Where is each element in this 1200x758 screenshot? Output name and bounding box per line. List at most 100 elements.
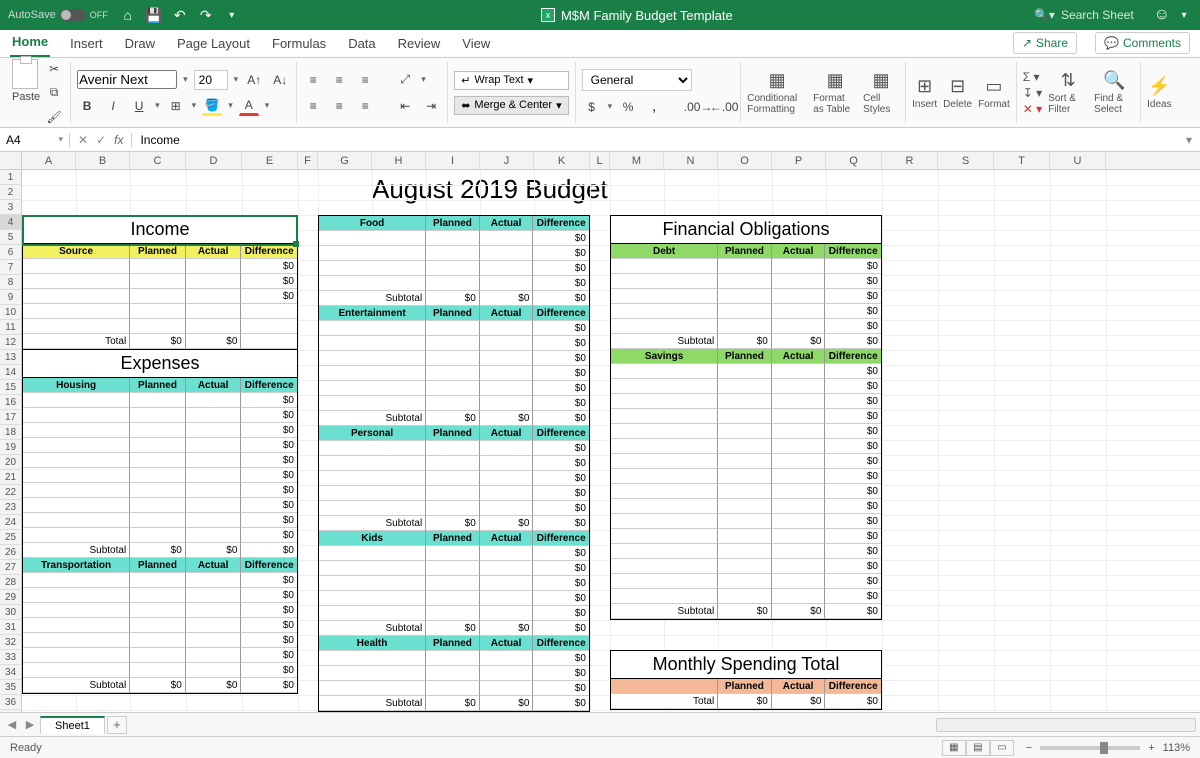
increase-font-icon[interactable]: A↑ (244, 70, 264, 90)
font-color-icon[interactable]: A (239, 96, 259, 116)
row-headers[interactable]: 1234567891011121314151617181920212223242… (0, 152, 22, 712)
tab-draw[interactable]: Draw (123, 30, 157, 57)
comments-button[interactable]: 💬Comments (1095, 32, 1190, 54)
wrap-icon: ↵ (461, 74, 470, 87)
font-name-select[interactable] (77, 70, 177, 89)
format-painter-icon[interactable]: 🖌 (44, 107, 64, 127)
sort-filter-button[interactable]: ⇅Sort & Filter (1048, 70, 1088, 115)
view-page-layout-icon[interactable]: ▤ (966, 740, 990, 756)
redo-icon[interactable]: ↷ (198, 7, 214, 23)
view-page-break-icon[interactable]: ▭ (990, 740, 1014, 756)
tab-insert[interactable]: Insert (68, 30, 105, 57)
search-sheet[interactable]: 🔍▾ Search Sheet (1034, 8, 1134, 22)
find-select-button[interactable]: 🔍Find & Select (1094, 70, 1134, 115)
align-right-icon[interactable]: ≡ (355, 96, 375, 116)
formula-input[interactable]: Income (132, 133, 1178, 147)
find-icon: 🔍 (1103, 70, 1125, 91)
undo-icon[interactable]: ↶ (172, 7, 188, 23)
tab-review[interactable]: Review (396, 30, 443, 57)
tab-data[interactable]: Data (346, 30, 377, 57)
cond-format-icon: ▦ (769, 70, 786, 91)
align-top-icon[interactable]: ≡ (303, 70, 323, 90)
tab-page-layout[interactable]: Page Layout (175, 30, 252, 57)
next-sheet-icon[interactable]: ▶ (22, 718, 38, 731)
number-format-select[interactable]: General (582, 69, 692, 91)
comma-icon[interactable]: , (644, 97, 664, 117)
fill-color-icon[interactable]: 🪣 (202, 96, 222, 116)
name-box[interactable]: A4▾ (0, 133, 70, 147)
styles-icon: ▦ (873, 70, 890, 91)
excel-doc-icon: x (541, 8, 555, 22)
insert-cells-button[interactable]: ⊞Insert (912, 76, 937, 110)
format-icon: ▭ (985, 76, 1002, 97)
prev-sheet-icon[interactable]: ◀ (4, 718, 20, 731)
font-size-input[interactable] (194, 70, 228, 90)
currency-icon[interactable]: $ (582, 97, 602, 117)
zoom-out-icon[interactable]: − (1026, 742, 1032, 754)
wrap-text-button[interactable]: ↵Wrap Text ▾ (454, 71, 568, 90)
cells-area[interactable]: August 2019 Budget IncomeSourcePlannedAc… (22, 170, 1200, 712)
autosum-icon[interactable]: Σ ▾ (1023, 70, 1042, 84)
share-icon: ↗ (1022, 36, 1032, 50)
align-middle-icon[interactable]: ≡ (329, 70, 349, 90)
format-as-table-button[interactable]: ▦Format as Table (813, 70, 857, 115)
tab-formulas[interactable]: Formulas (270, 30, 328, 57)
sort-icon: ⇅ (1061, 70, 1076, 91)
fill-icon[interactable]: ↧ ▾ (1023, 86, 1042, 100)
delete-cells-button[interactable]: ⊟Delete (943, 76, 972, 110)
view-normal-icon[interactable]: ▦ (942, 740, 966, 756)
tab-home[interactable]: Home (10, 28, 50, 57)
qat-dropdown-icon[interactable]: ▾ (224, 7, 240, 23)
merge-center-button[interactable]: ⬌Merge & Center ▾ (454, 96, 568, 115)
document-title: M$M Family Budget Template (561, 8, 733, 23)
autosave-switch[interactable] (60, 9, 86, 21)
merge-icon: ⬌ (461, 99, 470, 112)
expand-formula-bar-icon[interactable]: ▾ (1178, 133, 1200, 147)
zoom-slider[interactable] (1040, 746, 1140, 750)
clear-icon[interactable]: ✕ ▾ (1023, 102, 1042, 116)
italic-button[interactable]: I (103, 96, 123, 116)
share-button[interactable]: ↗Share (1013, 32, 1077, 54)
add-sheet-button[interactable]: + (107, 716, 127, 734)
paste-label: Paste (12, 91, 40, 103)
decrease-font-icon[interactable]: A↓ (270, 70, 290, 90)
orientation-icon[interactable]: ⤢ (395, 70, 415, 90)
increase-decimal-icon[interactable]: .00→ (688, 97, 708, 117)
ideas-button[interactable]: ⚡Ideas (1147, 76, 1171, 110)
cell-styles-button[interactable]: ▦Cell Styles (863, 70, 899, 115)
copy-icon[interactable]: ⧉ (44, 83, 64, 103)
horizontal-scrollbar[interactable] (936, 718, 1196, 732)
feedback-icon[interactable]: ☺ (1154, 6, 1170, 24)
sheet-tab-1[interactable]: Sheet1 (40, 716, 105, 734)
autosave-toggle[interactable]: AutoSave OFF (8, 9, 108, 21)
column-headers[interactable]: ABCDEFGHIJKLMNOPQRSTU (22, 152, 1200, 170)
tab-view[interactable]: View (460, 30, 492, 57)
border-icon[interactable]: ⊞ (166, 96, 186, 116)
cancel-formula-icon[interactable]: ✕ (78, 133, 88, 147)
chevron-down-icon[interactable]: ▾ (1176, 7, 1192, 23)
decrease-indent-icon[interactable]: ⇤ (395, 96, 415, 116)
align-center-icon[interactable]: ≡ (329, 96, 349, 116)
status-ready: Ready (10, 742, 42, 754)
fx-icon[interactable]: fx (114, 133, 123, 147)
underline-button[interactable]: U (129, 96, 149, 116)
decrease-decimal-icon[interactable]: ←.00 (714, 97, 734, 117)
save-icon[interactable]: 💾 (146, 7, 162, 23)
format-cells-button[interactable]: ▭Format (978, 76, 1010, 110)
home-icon[interactable]: ⌂ (120, 7, 136, 23)
bold-button[interactable]: B (77, 96, 97, 116)
accept-formula-icon[interactable]: ✓ (96, 133, 106, 147)
search-placeholder: Search Sheet (1061, 8, 1134, 22)
conditional-formatting-button[interactable]: ▦Conditional Formatting (747, 70, 807, 115)
table-icon: ▦ (827, 70, 844, 91)
zoom-level[interactable]: 113% (1163, 742, 1190, 754)
autosave-label: AutoSave (8, 9, 56, 21)
increase-indent-icon[interactable]: ⇥ (421, 96, 441, 116)
percent-icon[interactable]: % (618, 97, 638, 117)
search-icon: 🔍▾ (1034, 8, 1055, 22)
align-left-icon[interactable]: ≡ (303, 96, 323, 116)
zoom-in-icon[interactable]: + (1148, 742, 1154, 754)
align-bottom-icon[interactable]: ≡ (355, 70, 375, 90)
cut-icon[interactable]: ✂ (44, 59, 64, 79)
paste-icon[interactable] (12, 59, 38, 89)
